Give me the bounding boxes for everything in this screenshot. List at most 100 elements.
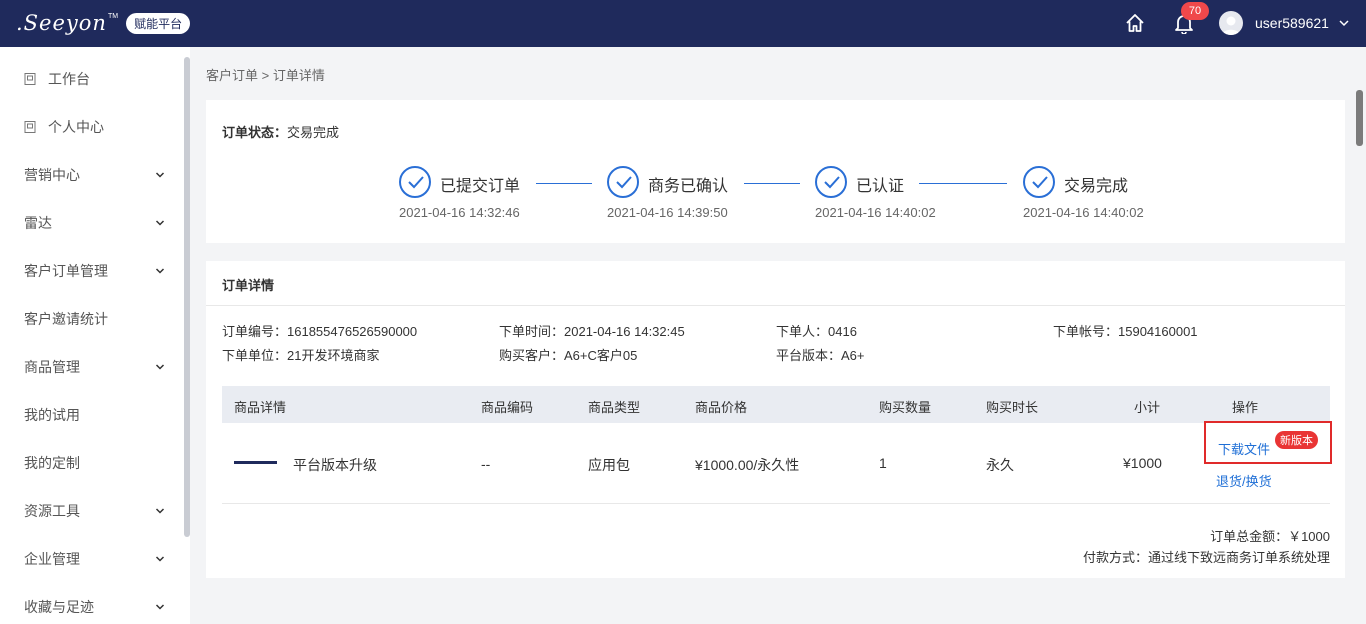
column-header: 商品价格 [695,400,748,415]
seeyon-logo[interactable]: .Seeyon TM 赋能平台 [16,10,191,36]
download-file-link[interactable]: 下载文件 [1218,439,1270,458]
page-icon [24,121,36,133]
divider [206,305,1345,306]
sidebar-item-label: 商品管理 [24,359,80,375]
order-status: 订单状态：交易完成 [222,122,339,141]
sidebar-item-radar[interactable]: 雷达 [0,199,184,247]
logo-text: .Seeyon [16,11,107,35]
payment-method: 付款方式：通过线下致远商务订单系统处理 [1082,550,1330,565]
chevron-down-icon [155,556,165,562]
sidebar-item-label: 我的试用 [24,407,80,423]
order-account: 下单帐号：15904160001 [1053,324,1198,339]
order-time: 下单时间：2021-04-16 14:32:45 [499,324,685,339]
sidebar-item-resource-tools[interactable]: 资源工具 [0,487,184,535]
column-header: 小计 [1134,400,1161,415]
user-silhouette-icon [1222,16,1240,35]
check-circle-icon [607,166,639,198]
chevron-down-icon [155,364,165,370]
sidebar-item-label: 工作台 [48,71,90,87]
step-connector [919,183,1007,184]
step-connector [536,183,592,184]
chevron-down-icon[interactable] [1338,17,1350,29]
order-unit: 下单单位：21开发环境商家 [222,348,380,363]
sidebar-item-my-customizations[interactable]: 我的定制 [0,439,184,487]
sidebar-item-workbench[interactable]: 工作台 [0,55,184,103]
chevron-down-icon [155,508,165,514]
page-icon [24,73,36,85]
sidebar: 工作台 个人中心 营销中心 雷达 客户订单管理 客户邀请统计 商品管理 我的试用… [0,47,190,624]
column-header: 操作 [1232,400,1259,415]
sidebar-item-label: 企业管理 [24,551,80,567]
chevron-down-icon [155,268,165,274]
sidebar-item-marketing[interactable]: 营销中心 [0,151,184,199]
column-header: 商品详情 [234,400,287,415]
platform-version: 平台版本：A6+ [776,348,865,363]
sidebar-item-label: 收藏与足迹 [24,599,94,615]
column-header: 商品类型 [588,400,641,415]
step-title: 交易完成 [1064,178,1129,195]
order-status-card: 订单状态：交易完成 已提交订单 2021-04-16 14:32:46 商务已确… [206,100,1345,243]
section-title: 订单详情 [222,278,275,293]
chevron-down-icon [155,604,165,610]
breadcrumb[interactable]: 客户订单 > 订单详情 [206,65,325,84]
step-connector [744,183,800,184]
product-type: 应用包 [588,457,630,473]
orderer: 下单人：0416 [776,324,857,339]
return-exchange-link[interactable]: 退货/换货 [1216,471,1272,490]
sidebar-item-customer-orders[interactable]: 客户订单管理 [0,247,184,295]
check-circle-icon [1023,166,1055,198]
sidebar-item-label: 我的定制 [24,455,80,471]
sidebar-item-label: 资源工具 [24,503,80,519]
platform-badge: 赋能平台 [126,12,191,34]
sidebar-item-enterprise-management[interactable]: 企业管理 [0,535,184,583]
order-number: 订单编号：161855476526590000 [222,324,418,339]
sidebar-item-personal-center[interactable]: 个人中心 [0,103,184,151]
logo-trademark: TM [107,12,119,20]
check-circle-icon [399,166,431,198]
sidebar-item-label: 客户订单管理 [24,263,108,279]
product-code: -- [481,456,491,472]
column-header: 购买数量 [879,400,932,415]
product-name[interactable]: 平台版本升级 [293,455,377,475]
sidebar-item-my-trials[interactable]: 我的试用 [0,391,184,439]
order-status-label: 订单状态： [222,125,288,140]
step-title: 商务已确认 [648,178,729,195]
product-thumbnail [234,461,277,464]
notification-count-badge: 70 [1181,2,1209,20]
sidebar-item-product-management[interactable]: 商品管理 [0,343,184,391]
username[interactable]: user589621 [1255,15,1329,31]
sidebar-scrollbar[interactable] [184,57,190,537]
step-title: 已提交订单 [440,178,521,195]
sidebar-item-favorites-history[interactable]: 收藏与足迹 [0,583,184,624]
column-header: 购买时长 [986,400,1039,415]
sidebar-item-invite-stats[interactable]: 客户邀请统计 [0,295,184,343]
home-icon[interactable] [1124,12,1146,34]
check-circle-icon [815,166,847,198]
main-scrollbar[interactable] [1356,90,1363,146]
order-detail-card: 订单详情 订单编号：161855476526590000 下单时间：2021-0… [206,261,1345,578]
sidebar-item-label: 客户邀请统计 [24,311,108,327]
step-time: 2021-04-16 14:40:02 [1023,205,1144,220]
top-navigation-bar: .Seeyon TM 赋能平台 70 user589621 [0,0,1366,47]
column-header: 商品编码 [481,400,534,415]
purchase-quantity: 1 [879,455,887,471]
chevron-down-icon [155,172,165,178]
divider [222,503,1330,504]
table-header: 商品详情 商品编码 商品类型 商品价格 购买数量 购买时长 小计 操作 [222,386,1330,423]
order-total: 订单总金额：￥1000 [1210,529,1330,544]
subtotal: ¥1000 [1123,455,1162,471]
buyer-customer: 购买客户：A6+C客户05 [499,348,638,363]
avatar[interactable] [1219,11,1243,35]
new-version-badge: 新版本 [1275,431,1318,449]
step-time: 2021-04-16 14:32:46 [399,205,520,220]
purchase-duration: 永久 [986,457,1014,473]
chevron-down-icon [155,220,165,226]
sidebar-item-label: 营销中心 [24,167,80,183]
product-price: ¥1000.00/永久性 [695,457,800,473]
step-time: 2021-04-16 14:40:02 [815,205,936,220]
step-time: 2021-04-16 14:39:50 [607,205,728,220]
step-title: 已认证 [856,178,905,195]
order-status-value: 交易完成 [287,125,340,140]
sidebar-item-label: 个人中心 [48,119,104,135]
sidebar-item-label: 雷达 [24,215,52,231]
